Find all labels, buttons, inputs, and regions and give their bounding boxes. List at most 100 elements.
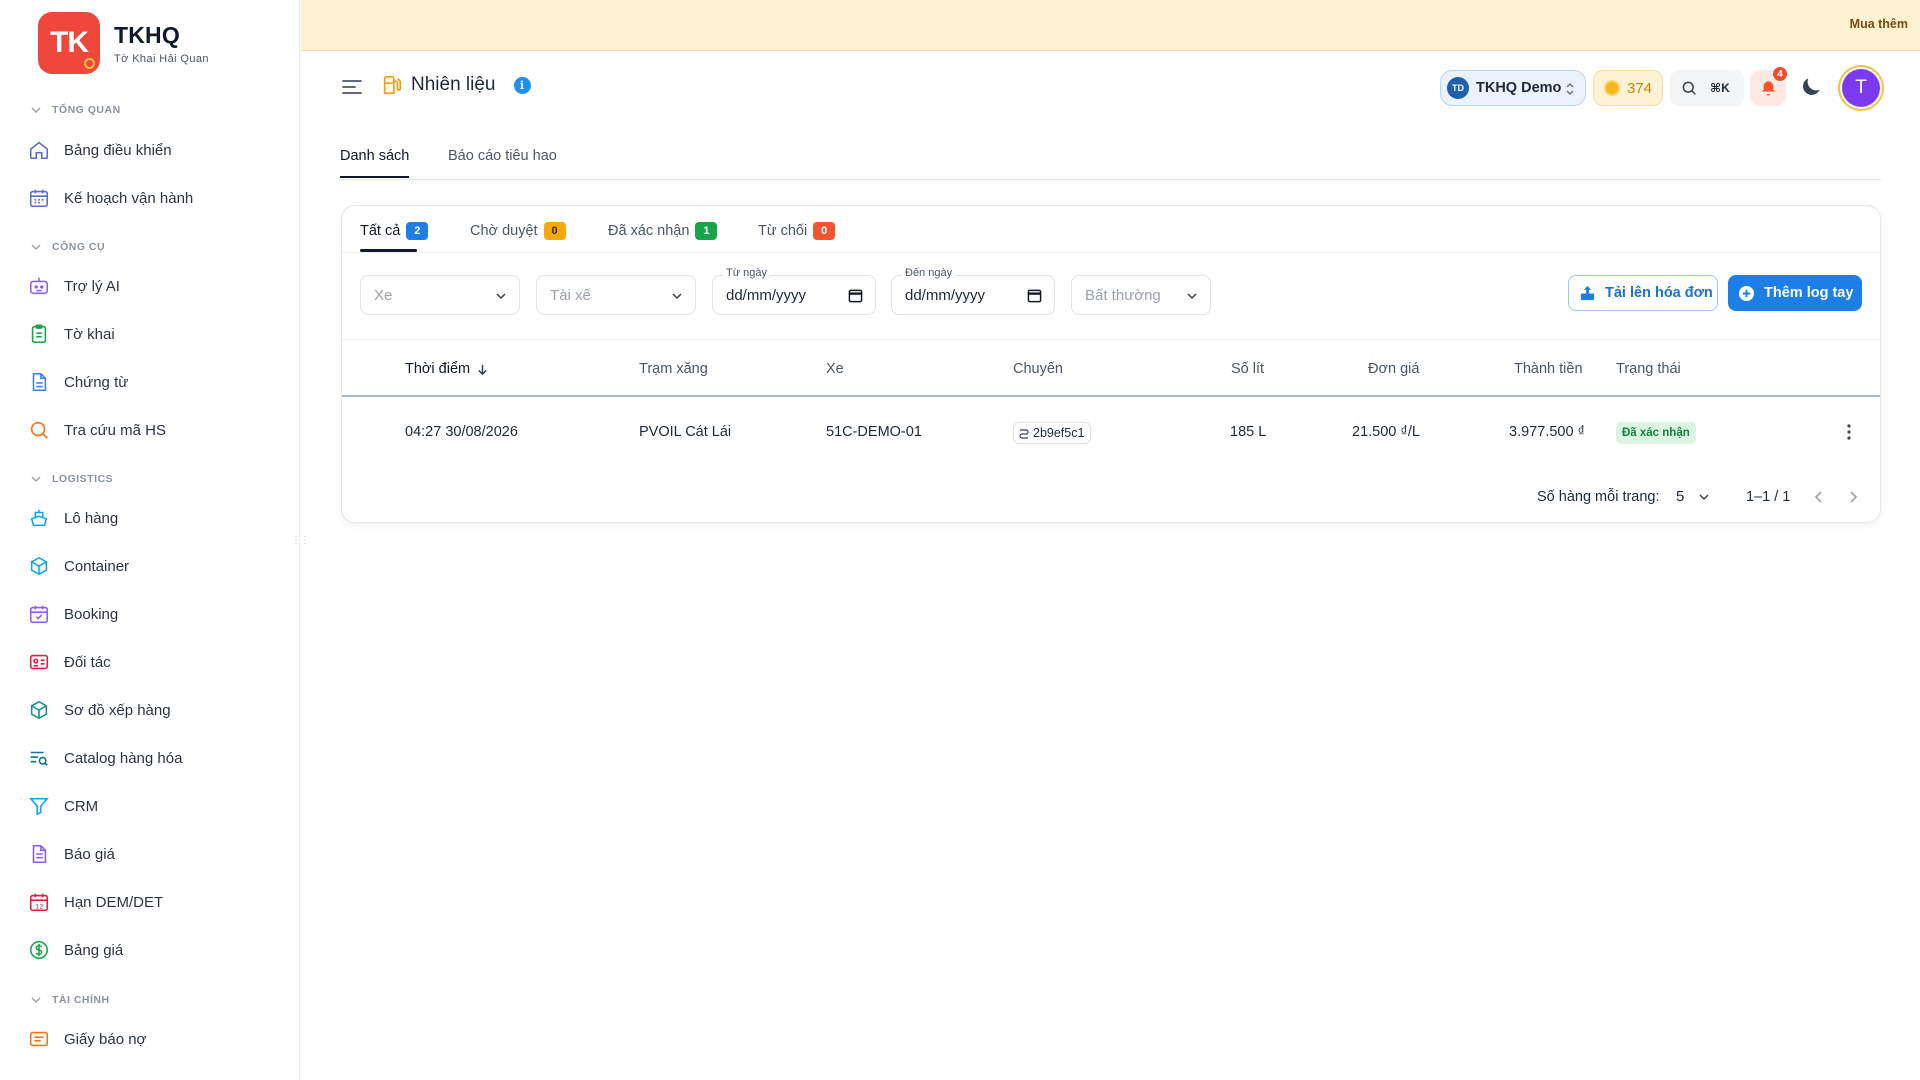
column-header-status[interactable]: Trạng thái bbox=[1616, 361, 1681, 377]
sidebar-item-container[interactable]: Container bbox=[28, 551, 129, 581]
from-date-input[interactable]: Từ ngày dd/mm/yyyy bbox=[712, 267, 876, 315]
sidebar-item-ops-plan[interactable]: Kế hoạch vận hành bbox=[28, 183, 193, 213]
receipt-icon bbox=[29, 1031, 49, 1047]
vehicle-select[interactable]: Xe bbox=[360, 275, 520, 315]
calendar-grid-icon bbox=[29, 189, 49, 208]
section-logistics[interactable]: LOGISTICS bbox=[30, 473, 113, 485]
column-header-vehicle[interactable]: Xe bbox=[826, 361, 844, 377]
calendar-icon[interactable] bbox=[1027, 288, 1042, 303]
count-badge: 2 bbox=[406, 222, 429, 240]
cube-icon bbox=[30, 700, 48, 720]
sidebar-item-quotes[interactable]: Báo giá bbox=[28, 839, 115, 869]
org-avatar: TD bbox=[1447, 77, 1469, 99]
sidebar-item-crm[interactable]: CRM bbox=[28, 791, 98, 821]
sidebar-item-declaration[interactable]: Tờ khai bbox=[28, 319, 115, 349]
status-tab-confirmed[interactable]: Đã xác nhận 1 bbox=[608, 220, 718, 242]
sidebar-item-partners[interactable]: Đối tác bbox=[28, 647, 111, 677]
table-row[interactable]: 04:27 30/08/2026 PVOIL Cát Lái 51C-DEMO-… bbox=[342, 398, 1880, 468]
column-header-unit-price[interactable]: Đơn giá bbox=[1368, 361, 1419, 377]
column-header-liters[interactable]: Số lít bbox=[1231, 361, 1264, 377]
calendar-check-icon bbox=[29, 605, 49, 624]
column-header-total[interactable]: Thành tiền bbox=[1514, 361, 1583, 377]
rows-per-page-select[interactable]: 5 bbox=[1676, 488, 1710, 505]
coin-icon bbox=[1604, 80, 1620, 96]
chevron-down-icon bbox=[31, 107, 41, 113]
to-date-label: Đến ngày bbox=[902, 267, 956, 279]
chevron-down-icon bbox=[31, 244, 41, 250]
bot-icon bbox=[29, 277, 49, 295]
chevron-down-icon bbox=[1187, 293, 1197, 300]
user-avatar[interactable]: T bbox=[1842, 69, 1880, 107]
svg-text:12: 12 bbox=[35, 902, 43, 910]
more-options-icon[interactable] bbox=[1846, 423, 1852, 441]
sidebar-item-ai-assistant[interactable]: Trợ lý AI bbox=[28, 271, 120, 301]
sidebar-item-dashboard[interactable]: Bảng điều khiển bbox=[28, 135, 172, 165]
status-tab-rejected[interactable]: Từ chối 0 bbox=[758, 220, 836, 242]
add-manual-log-button[interactable]: Thêm log tay bbox=[1728, 275, 1862, 311]
buy-more-link[interactable]: Mua thêm bbox=[1850, 17, 1908, 31]
chevron-down-icon bbox=[31, 997, 41, 1003]
clipboard-icon bbox=[31, 324, 47, 344]
sidebar-item-price-list[interactable]: Bảng giá bbox=[28, 935, 123, 965]
status-tabs: Tất cả 2 Chờ duyệt 0 Đã xác nhận 1 Từ ch… bbox=[342, 206, 1880, 253]
sidebar-item-dem-det[interactable]: 12 Hạn DEM/DET bbox=[28, 887, 163, 917]
sidebar-item-documents[interactable]: Chứng từ bbox=[28, 367, 128, 397]
chevron-left-icon[interactable] bbox=[1812, 490, 1826, 504]
sidebar-item-load-plan[interactable]: Sơ đồ xếp hàng bbox=[28, 695, 171, 725]
column-header-time[interactable]: Thời điểm bbox=[405, 361, 489, 377]
fuel-pump-icon bbox=[383, 75, 402, 95]
pagination: Số hàng mỗi trang: 5 1–1 / 1 bbox=[342, 468, 1880, 524]
from-date-label: Từ ngày bbox=[723, 267, 770, 279]
trip-link-chip[interactable]: 2b9ef5c1 bbox=[1013, 422, 1092, 444]
driver-select[interactable]: Tài xế bbox=[536, 275, 696, 315]
ship-icon bbox=[30, 509, 48, 527]
calendar-12-icon: 12 bbox=[29, 893, 49, 912]
column-header-station[interactable]: Trạm xăng bbox=[639, 361, 708, 377]
home-icon bbox=[29, 141, 49, 160]
calendar-icon[interactable] bbox=[848, 288, 863, 303]
sidebar: TK TKHQ Tờ Khai Hải Quan TỔNG QUAN Bảng … bbox=[0, 0, 310, 1080]
search-icon bbox=[1682, 81, 1696, 95]
section-tools[interactable]: CÔNG CỤ bbox=[30, 241, 105, 253]
moon-icon[interactable] bbox=[1798, 74, 1824, 100]
chevron-right-icon[interactable] bbox=[1846, 490, 1860, 504]
org-name: TKHQ Demo bbox=[1476, 80, 1562, 96]
org-switcher[interactable]: TD TKHQ Demo bbox=[1440, 70, 1586, 106]
cell-vehicle: 51C-DEMO-01 bbox=[826, 424, 922, 440]
sidebar-item-catalog[interactable]: Catalog hàng hóa bbox=[28, 743, 182, 773]
info-icon[interactable]: i bbox=[513, 76, 531, 94]
count-badge: 1 bbox=[695, 222, 718, 240]
column-header-trip[interactable]: Chuyến bbox=[1013, 361, 1063, 377]
sidebar-resize-handle[interactable]: ⋮⋮ bbox=[291, 535, 310, 546]
section-overview[interactable]: TỔNG QUAN bbox=[30, 104, 121, 116]
menu-toggle-icon[interactable] bbox=[341, 78, 363, 96]
tab-consumption-report[interactable]: Báo cáo tiêu hao bbox=[448, 148, 557, 176]
table-header: Thời điểm Trạm xăng Xe Chuyến Số lít Đơn… bbox=[342, 340, 1880, 397]
coin-balance[interactable]: 374 bbox=[1593, 70, 1663, 106]
id-card-icon bbox=[29, 654, 49, 670]
chevron-down-icon bbox=[1699, 493, 1709, 500]
sidebar-item-hs-lookup[interactable]: Tra cứu mã HS bbox=[28, 415, 166, 445]
brand-name: TKHQ bbox=[114, 21, 180, 48]
upload-invoice-button[interactable]: Tải lên hóa đơn bbox=[1568, 275, 1718, 311]
notifications-button[interactable]: 4 bbox=[1750, 66, 1788, 106]
status-tab-pending[interactable]: Chờ duyệt 0 bbox=[470, 220, 566, 242]
command-search-button[interactable]: ⌘K bbox=[1670, 70, 1744, 106]
tab-list[interactable]: Danh sách bbox=[340, 148, 410, 178]
document-icon bbox=[32, 372, 47, 392]
cell-unit-price: 21.500 ₫/L bbox=[1352, 424, 1420, 440]
to-date-input[interactable]: Đến ngày dd/mm/yyyy bbox=[891, 267, 1055, 315]
box-icon bbox=[30, 556, 48, 576]
rows-per-page-label: Số hàng mỗi trang: bbox=[1537, 489, 1660, 505]
anomaly-select[interactable]: Bất thường bbox=[1071, 275, 1211, 315]
sidebar-item-booking[interactable]: Booking bbox=[28, 599, 118, 629]
brand[interactable]: TK TKHQ Tờ Khai Hải Quan bbox=[38, 12, 209, 74]
bell-icon bbox=[1761, 80, 1775, 96]
status-tab-all[interactable]: Tất cả 2 bbox=[360, 220, 429, 242]
list-search-icon bbox=[30, 751, 48, 766]
sidebar-item-shipments[interactable]: Lô hàng bbox=[28, 503, 118, 533]
arrow-down-icon bbox=[478, 364, 487, 375]
sidebar-item-debit-note[interactable]: Giấy báo nợ bbox=[28, 1024, 146, 1054]
file-text-icon bbox=[32, 844, 47, 864]
section-finance[interactable]: TÀI CHÍNH bbox=[30, 994, 110, 1006]
